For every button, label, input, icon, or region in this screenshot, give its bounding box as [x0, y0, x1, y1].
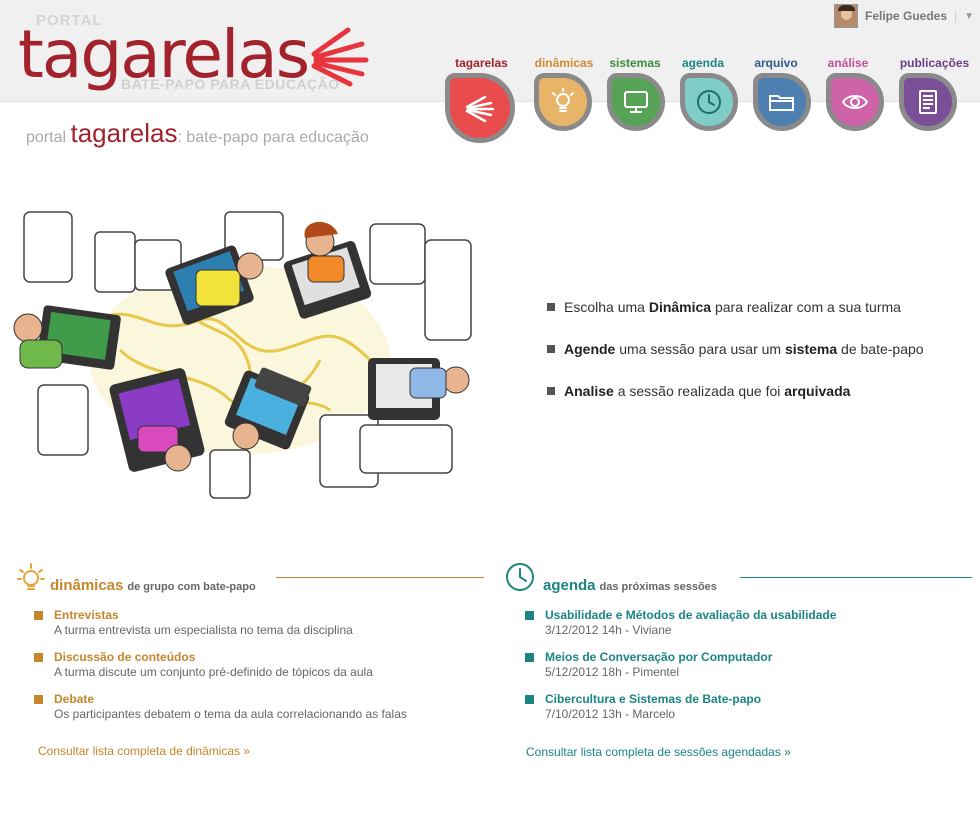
- feature-bullet-agende: Agende uma sessão para usar um sistema d…: [547, 341, 924, 357]
- list-item-title[interactable]: Cibercultura e Sistemas de Bate-papo: [545, 692, 761, 707]
- list-item-title[interactable]: Debate: [54, 692, 94, 707]
- feature-bullet-analise: Analise a sessão realizada que foi arqui…: [547, 383, 850, 399]
- bullet-text: Escolha uma: [564, 299, 645, 315]
- dinamicas-heading: dinâmicas de grupo com bate-papo: [16, 562, 486, 594]
- list-item-description: A turma entrevista um especialista no te…: [54, 623, 353, 637]
- bullet-square: [525, 653, 534, 662]
- hero-illustration: [0, 200, 480, 510]
- eye-icon[interactable]: [826, 73, 884, 131]
- bullet-strong: Agende: [564, 341, 616, 357]
- tagline-pre: portal: [26, 129, 67, 146]
- dinamicas-section: dinâmicas de grupo com bate-papo: [16, 562, 486, 594]
- clock-icon: [506, 563, 534, 591]
- list-item-title[interactable]: Meios de Conversação por Computador: [545, 650, 772, 665]
- list-item-title[interactable]: Entrevistas: [54, 608, 119, 623]
- nav-publicacoes[interactable]: publicações: [898, 55, 971, 71]
- bullet-square: [34, 653, 43, 662]
- bullet-strong: arquivada: [784, 383, 851, 399]
- nav-label: dinâmicas: [534, 56, 594, 70]
- agenda-divider: [740, 577, 972, 578]
- nav-agenda[interactable]: agenda: [680, 55, 726, 71]
- list-item-description: 7/10/2012 13h - Marcelo: [545, 707, 676, 721]
- bullet-text: a sessão realizada que foi: [617, 383, 781, 399]
- bullet-square: [525, 611, 534, 620]
- bullet-text: para realizar com a sua turma: [714, 299, 901, 315]
- nav-tagarelas[interactable]: tagarelas: [449, 55, 514, 71]
- monitor-icon[interactable]: [607, 73, 665, 131]
- bullet-text: de bate-papo: [841, 341, 924, 357]
- logo-tagline: BATE-PAPO PARA EDUCAÇÃO: [121, 76, 340, 92]
- list-item-title[interactable]: Usabilidade e Métodos de avaliação da us…: [545, 608, 836, 623]
- site-logo[interactable]: PORTAL tagarelas BATE-PAPO PARA EDUCAÇÃO: [18, 10, 388, 102]
- feature-bullet-dinamica: Escolha uma Dinâmica para realizar com a…: [547, 299, 901, 315]
- nav-dinamicas[interactable]: dinâmicas: [533, 55, 595, 71]
- user-name: Felipe Guedes: [865, 9, 948, 23]
- list-item-description: Os participantes debatem o tema da aula …: [54, 707, 407, 721]
- lightbulb-icon[interactable]: [534, 73, 592, 131]
- dinamicas-more-link[interactable]: Consultar lista completa de dinâmicas »: [38, 744, 250, 758]
- bullet-square: [547, 387, 555, 395]
- bullet-strong: Dinâmica: [648, 299, 712, 315]
- nav-analise[interactable]: análise: [825, 55, 871, 71]
- folder-icon[interactable]: [753, 73, 811, 131]
- agenda-section: agenda das próximas sessões: [505, 562, 975, 594]
- chevron-down-icon[interactable]: ▼: [964, 11, 974, 22]
- nav-label: publicações: [899, 56, 970, 70]
- page-tagline: portal tagarelas: bate-papo para educaçã…: [26, 118, 369, 149]
- lightbulb-icon: [17, 563, 45, 590]
- agenda-heading: agenda das próximas sessões: [505, 562, 975, 594]
- agenda-title: agenda: [543, 577, 596, 594]
- bullet-strong: sistema: [784, 341, 838, 357]
- logo-rays-icon: [311, 27, 369, 87]
- nav-label: análise: [827, 56, 869, 70]
- nav-label: sistemas: [609, 56, 661, 70]
- tagline-brand: tagarelas: [70, 118, 178, 148]
- bullet-square: [34, 611, 43, 620]
- list-item-description: A turma discute um conjunto pré-definido…: [54, 665, 373, 679]
- agenda-subtitle: das próximas sessões: [599, 581, 717, 593]
- user-menu-separator: |: [954, 9, 958, 23]
- user-menu[interactable]: Felipe Guedes | ▼: [834, 4, 974, 28]
- nav-label: agenda: [681, 56, 724, 70]
- bullet-strong: Analise: [564, 383, 614, 399]
- clock-icon[interactable]: [680, 73, 738, 131]
- dinamicas-divider: [276, 577, 484, 578]
- bullet-square: [547, 303, 555, 311]
- tagline-post: : bate-papo para educação: [177, 129, 369, 146]
- agenda-more-link[interactable]: Consultar lista completa de sessões agen…: [526, 745, 791, 759]
- list-item-description: 5/12/2012 18h - Pimentel: [545, 665, 680, 679]
- nav-label: tagarelas: [455, 56, 508, 70]
- bullet-text: uma sessão para usar um: [619, 341, 782, 357]
- bullet-square: [34, 695, 43, 704]
- dinamicas-subtitle: de grupo com bate-papo: [127, 581, 256, 593]
- dinamicas-title: dinâmicas: [50, 577, 124, 594]
- bullet-square: [547, 345, 555, 353]
- nav-sistemas[interactable]: sistemas: [606, 55, 664, 71]
- nav-label: arquivo: [754, 56, 798, 70]
- list-item-title[interactable]: Discussão de conteúdos: [54, 650, 195, 665]
- bullet-square: [525, 695, 534, 704]
- list-item-description: 3/12/2012 14h - Viviane: [545, 623, 672, 637]
- nav-arquivo[interactable]: arquivo: [752, 55, 800, 71]
- document-icon[interactable]: [899, 73, 957, 131]
- avatar: [834, 4, 858, 28]
- tagarelas-rays-icon[interactable]: [445, 73, 515, 143]
